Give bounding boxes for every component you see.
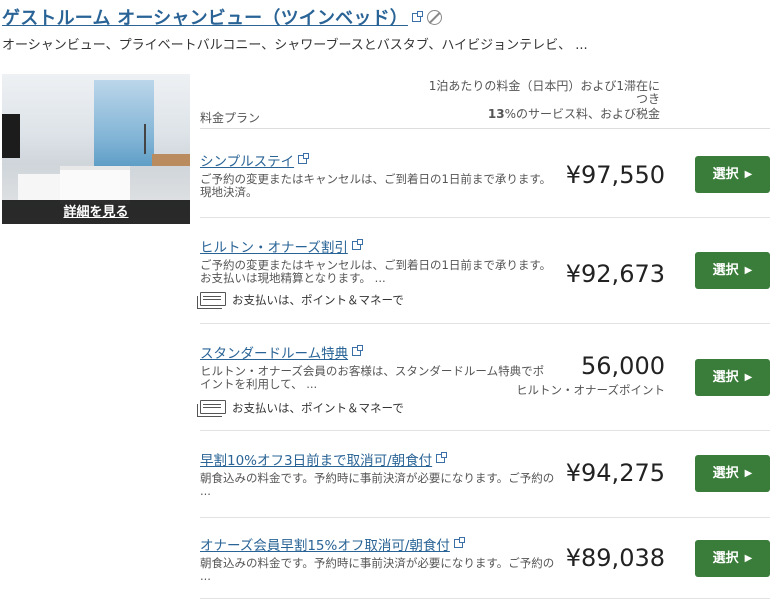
rate-plan-name: ヒルトン・オナーズ割引 [200, 240, 348, 256]
room-photo[interactable]: 詳細を見る [2, 74, 190, 224]
photo-desk [152, 154, 190, 166]
price-header-line1: 1泊あたりの料金（日本円）および1滞在に [428, 79, 660, 93]
arrow-right-icon: ▶ [744, 265, 753, 276]
rate-plan-description: ご予約の変更またはキャンセルは、ご到着日の1日前まで承ります。お支払いは現地精算… [200, 258, 552, 285]
external-link-icon [436, 452, 448, 463]
external-link-icon [351, 239, 363, 250]
rate-price: ¥92,673 [565, 260, 665, 288]
arrow-right-icon: ▶ [744, 372, 753, 383]
price-column-header: 1泊あたりの料金（日本円）および1滞在に つき 13%のサービス料、および税金 [380, 80, 660, 121]
select-button-label: 選択 [712, 167, 739, 182]
rate-plan-description: 朝食込みの料金です。予約時に事前決済が必要になります。ご予約の ... [200, 556, 555, 583]
select-button[interactable]: 選択 ▶ [695, 156, 770, 193]
row-divider [200, 323, 770, 324]
rate-plan-name: 早割10%オフ3日前まで取消可/朝食付 [200, 453, 433, 469]
service-fee-text: %のサービス料、および税金 [504, 107, 660, 121]
arrow-right-icon: ▶ [744, 468, 753, 479]
arrow-right-icon: ▶ [744, 553, 753, 564]
points-and-money-icon [197, 400, 226, 417]
rate-plan-name: スタンダードルーム特典 [200, 346, 349, 362]
select-button[interactable]: 選択 ▶ [695, 455, 770, 492]
row-divider [200, 598, 770, 599]
rate-price: ¥94,275 [565, 459, 665, 487]
select-button-label: 選択 [712, 370, 739, 385]
points-and-money-icon [197, 292, 226, 309]
payment-method-text: お支払いは、ポイント＆マネーで [232, 293, 404, 307]
rate-plan-link[interactable]: シンプルステイ [200, 150, 310, 170]
rate-plan-link[interactable]: オナーズ会員早割15%オフ取消可/朝食付 [200, 534, 465, 554]
external-link-icon [352, 345, 364, 356]
points-unit-label: ヒルトン・オナーズポイント [516, 383, 665, 397]
rate-plan-name: シンプルステイ [200, 154, 295, 170]
room-title-text: ゲストルーム オーシャンビュー（ツインベッド） [2, 8, 408, 29]
price-header-line3: 13%のサービス料、および税金 [380, 108, 660, 121]
price-header-line2: つき [635, 92, 660, 106]
photo-lamp [144, 124, 146, 154]
arrow-right-icon: ▶ [744, 169, 753, 180]
external-link-icon [298, 153, 310, 164]
room-title-link[interactable]: ゲストルーム オーシャンビュー（ツインベッド） [2, 4, 442, 30]
header-divider [200, 128, 770, 129]
rate-plan-description: ヒルトン・オナーズ会員のお客様は、スタンダードルーム特典でポイントを利用して、 … [200, 364, 545, 391]
select-button[interactable]: 選択 ▶ [695, 359, 770, 396]
no-smoking-icon [426, 10, 442, 25]
rate-plan-name: オナーズ会員早割15%オフ取消可/朝食付 [200, 538, 450, 554]
payment-method: お支払いは、ポイント＆マネーで [197, 292, 404, 309]
rate-price: ¥89,038 [565, 544, 665, 572]
rate-plan-link[interactable]: ヒルトン・オナーズ割引 [200, 236, 363, 256]
select-button-label: 選択 [712, 466, 739, 481]
row-divider [200, 430, 770, 431]
select-button-label: 選択 [712, 263, 739, 278]
view-details-link[interactable]: 詳細を見る [2, 201, 190, 220]
row-divider [200, 217, 770, 218]
select-button[interactable]: 選択 ▶ [695, 540, 770, 577]
rate-plan-description: 朝食込みの料金です。予約時に事前決済が必要になります。ご予約の ... [200, 471, 555, 498]
rate-plan-link[interactable]: スタンダードルーム特典 [200, 342, 364, 362]
select-button[interactable]: 選択 ▶ [695, 252, 770, 289]
photo-bed-right [60, 166, 130, 204]
rate-plan-link[interactable]: 早割10%オフ3日前まで取消可/朝食付 [200, 449, 448, 469]
rate-price: ¥97,550 [565, 161, 665, 189]
rate-plan-description: ご予約の変更またはキャンセルは、ご到着日の1日前まで承ります。現地決済。 [200, 172, 552, 199]
rate-points: 56,000 [581, 352, 665, 380]
payment-method-text: お支払いは、ポイント＆マネーで [232, 401, 404, 415]
external-link-icon [453, 537, 465, 548]
room-amenities: オーシャンビュー、プライベートバルコニー、シャワーブースとバスタブ、ハイビジョン… [2, 38, 588, 53]
row-divider [200, 517, 770, 518]
payment-method: お支払いは、ポイント＆マネーで [197, 400, 404, 417]
service-fee-percent: 13 [487, 107, 505, 121]
external-link-icon [411, 11, 423, 22]
select-button-label: 選択 [712, 551, 739, 566]
rate-plan-header: 料金プラン [200, 111, 261, 125]
photo-tv [2, 114, 20, 158]
